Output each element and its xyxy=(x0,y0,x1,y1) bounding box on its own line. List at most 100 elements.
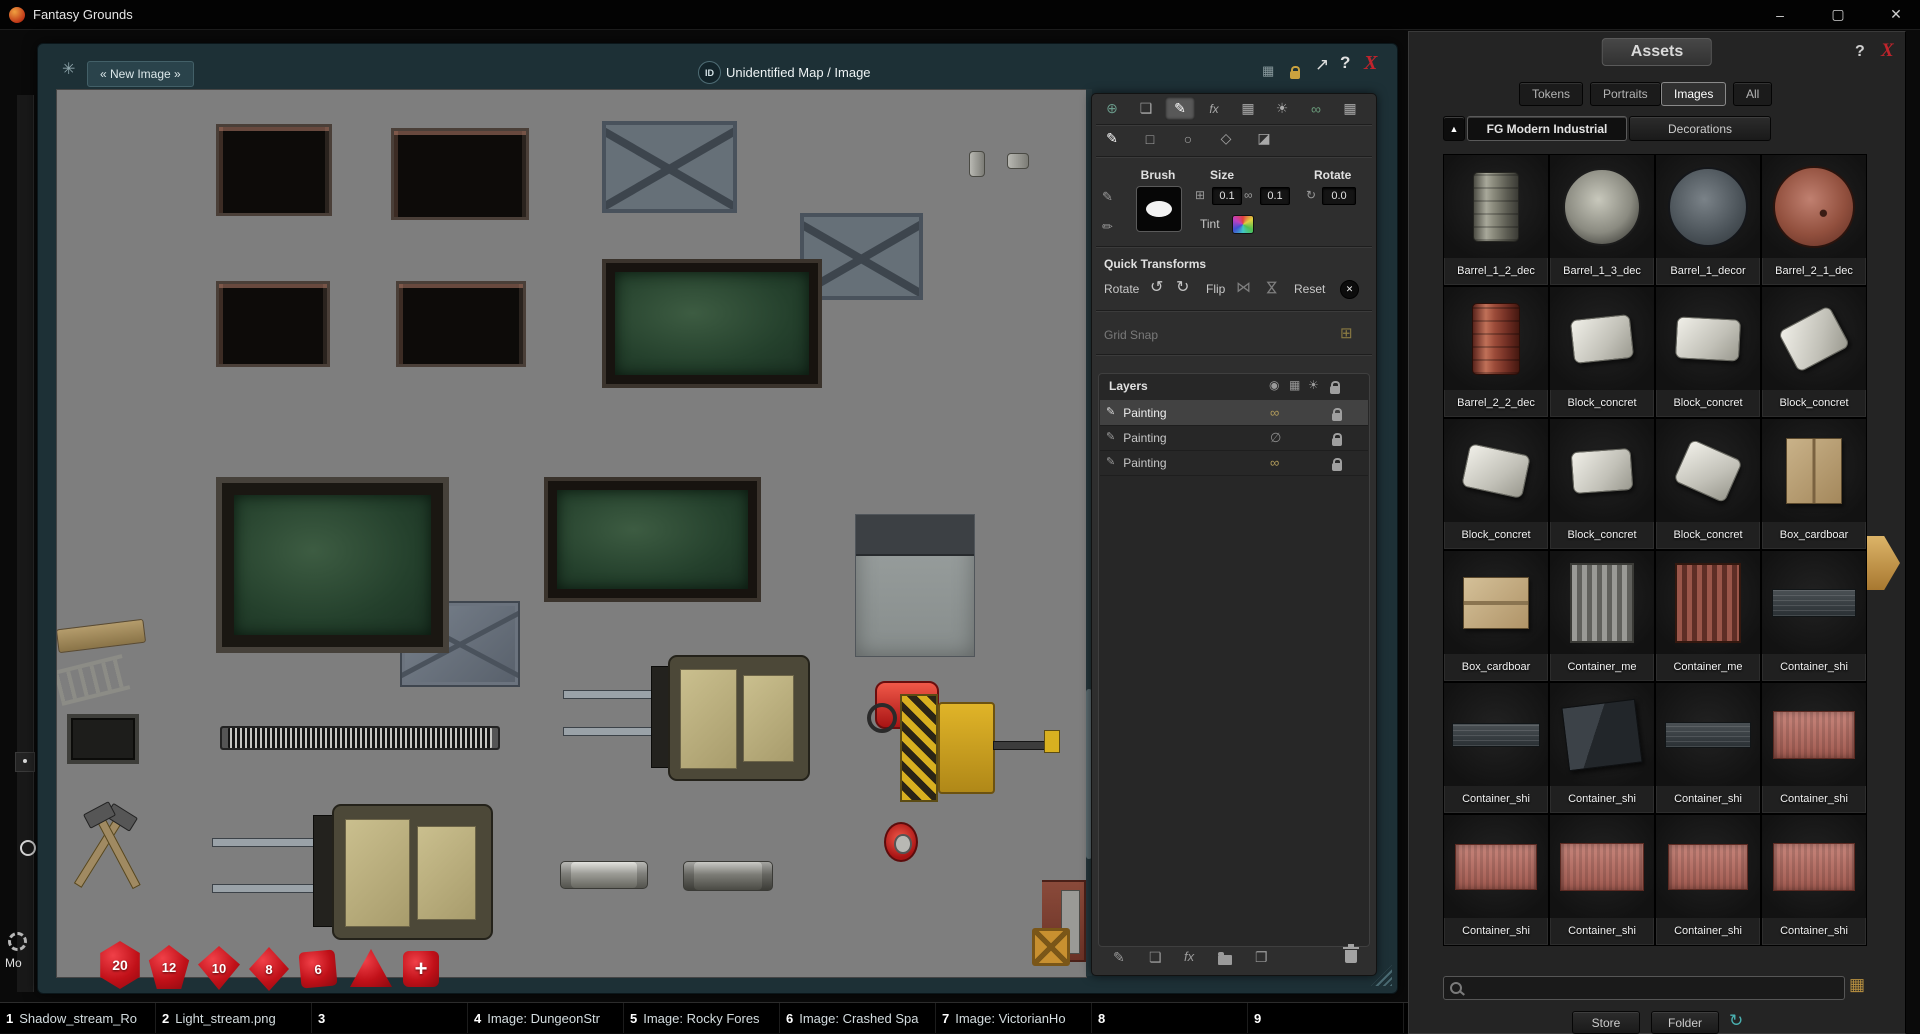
asset-item[interactable]: Barrel_2_2_dec xyxy=(1443,286,1549,418)
sprite-sledgehammers[interactable] xyxy=(66,802,154,898)
panel-expand-tab[interactable] xyxy=(1867,536,1900,590)
size-y-input[interactable] xyxy=(1260,187,1290,205)
hotkey-slot-9[interactable]: 9 xyxy=(1248,1003,1404,1033)
refresh-icon[interactable]: ↻ xyxy=(1729,1012,1743,1029)
sprite-dumpster[interactable] xyxy=(216,281,330,367)
sprite-large-dumpster[interactable] xyxy=(216,477,449,653)
modifier-tray-label[interactable]: Mo xyxy=(5,956,22,970)
sprite-dumpster[interactable] xyxy=(396,281,526,367)
asset-item[interactable]: Container_me xyxy=(1549,550,1655,682)
globe-tool-icon[interactable]: ⊕ xyxy=(1097,97,1127,120)
layers-tool-icon[interactable]: ❏ xyxy=(1131,97,1161,120)
sprite-floor-grate[interactable] xyxy=(220,726,500,750)
sprite-green-container[interactable] xyxy=(544,477,761,602)
asset-item[interactable]: Container_shi xyxy=(1549,814,1655,946)
layers-grid-icon[interactable]: ▦ xyxy=(1289,379,1300,391)
window-close-icon[interactable]: X xyxy=(1364,52,1377,75)
sprite-pallet-stacker[interactable] xyxy=(900,688,1060,804)
asset-item[interactable]: Container_shi xyxy=(1443,682,1549,814)
asset-item[interactable]: Container_shi xyxy=(1655,814,1761,946)
minimize-button[interactable]: – xyxy=(1770,7,1790,23)
add-folder-icon[interactable] xyxy=(1218,952,1232,970)
sprite-pipe-fitting[interactable] xyxy=(969,151,985,177)
asset-item[interactable]: Barrel_1_2_dec xyxy=(1443,154,1549,286)
asset-item[interactable]: Box_cardboar xyxy=(1443,550,1549,682)
tab-images[interactable]: Images xyxy=(1661,82,1726,106)
hotkey-slot-4[interactable]: 4Image: DungeonStr xyxy=(468,1003,624,1033)
fx-tool-icon[interactable]: fx xyxy=(1199,97,1229,120)
sprite-plank[interactable] xyxy=(56,619,146,654)
eraser-tool-icon[interactable]: ◪ xyxy=(1249,127,1279,150)
radial-menu-icon[interactable] xyxy=(20,840,36,856)
layer-row[interactable]: ✎ Painting ∅ xyxy=(1100,425,1368,451)
rotate-cw-icon[interactable]: ↻ xyxy=(1176,280,1189,296)
asset-item[interactable]: Barrel_1_3_dec xyxy=(1549,154,1655,286)
asset-item[interactable]: Block_concret xyxy=(1549,418,1655,550)
brush-mode-icon[interactable]: ✎ xyxy=(1102,190,1113,203)
asset-item[interactable]: Barrel_2_1_dec xyxy=(1761,154,1867,286)
asset-item[interactable]: Container_shi xyxy=(1655,682,1761,814)
duplicate-layer-icon[interactable]: ❐ xyxy=(1255,950,1268,964)
sprite-pipe[interactable] xyxy=(683,861,773,891)
tab-new-image[interactable]: « New Image » xyxy=(87,61,194,87)
asset-item[interactable]: Block_concret xyxy=(1655,286,1761,418)
hidden-stamp-icon[interactable] xyxy=(1032,928,1070,966)
delete-layer-icon[interactable] xyxy=(1345,950,1357,968)
tint-color-swatch[interactable] xyxy=(1232,215,1254,234)
sprite-fire-extinguisher-top[interactable] xyxy=(884,822,918,862)
layer-link-icon[interactable]: ∞ xyxy=(1270,406,1279,419)
layer-row[interactable]: ✎ Painting ∞ xyxy=(1100,450,1368,476)
add-die-button[interactable]: + xyxy=(403,951,439,987)
add-group-icon[interactable]: ❏ xyxy=(1149,950,1162,964)
assets-close-icon[interactable]: X xyxy=(1881,40,1894,62)
grid-snap-icon[interactable]: ⊞ xyxy=(1340,326,1353,341)
lock-icon[interactable] xyxy=(1290,66,1300,84)
sprite-concrete-pad[interactable] xyxy=(855,514,975,657)
layer-link-icon[interactable]: ∞ xyxy=(1270,456,1279,469)
light-tool-icon[interactable]: ☀ xyxy=(1267,97,1297,120)
sprite-small-crate[interactable] xyxy=(67,714,139,764)
draw-rectangle-icon[interactable]: □ xyxy=(1135,127,1165,150)
tab-tokens[interactable]: Tokens xyxy=(1519,82,1583,106)
tab-all[interactable]: All xyxy=(1733,82,1772,106)
asset-item[interactable]: Barrel_1_decor xyxy=(1655,154,1761,286)
hotkey-slot-7[interactable]: 7Image: VictorianHo xyxy=(936,1003,1092,1033)
sprite-forklift[interactable] xyxy=(563,650,808,782)
sprite-metal-crate[interactable] xyxy=(602,121,737,213)
add-fx-layer-icon[interactable]: fx xyxy=(1184,950,1194,963)
popout-icon[interactable]: ↗ xyxy=(1315,56,1329,73)
hotkey-slot-5[interactable]: 5Image: Rocky Fores xyxy=(624,1003,780,1033)
layer-lock-icon[interactable] xyxy=(1332,408,1342,426)
flip-horizontal-icon[interactable]: ⋈ xyxy=(1236,280,1251,295)
asset-item[interactable]: Block_concret xyxy=(1655,418,1761,550)
hotkey-slot-1[interactable]: 1Shadow_stream_Ro xyxy=(0,1003,156,1033)
asset-search-input[interactable] xyxy=(1468,980,1838,996)
size-link-icon[interactable]: ∞ xyxy=(1244,189,1253,201)
brush-preview[interactable] xyxy=(1136,186,1182,232)
rotate-input[interactable] xyxy=(1322,187,1356,205)
compass-icon[interactable]: ✳ xyxy=(62,62,75,78)
sprite-green-container[interactable] xyxy=(602,259,822,388)
sprite-dumpster[interactable] xyxy=(216,124,332,216)
help-icon[interactable]: ? xyxy=(1340,54,1350,71)
layer-hidden-icon[interactable]: ∅ xyxy=(1270,431,1281,444)
draw-ellipse-icon[interactable]: ○ xyxy=(1173,127,1203,150)
module-breadcrumb-button[interactable]: FG Modern Industrial xyxy=(1467,116,1627,141)
asset-item[interactable]: Container_shi xyxy=(1443,814,1549,946)
grid-settings-icon[interactable]: ▦ xyxy=(1335,97,1365,120)
hotkey-slot-8[interactable]: 8 xyxy=(1092,1003,1248,1033)
layer-lock-icon[interactable] xyxy=(1332,458,1342,476)
hotkey-slot-2[interactable]: 2Light_stream.png xyxy=(156,1003,312,1033)
add-layer-icon[interactable]: ✎ xyxy=(1113,950,1125,964)
settings-gear-icon[interactable] xyxy=(8,932,27,956)
collapsed-panel-button[interactable] xyxy=(15,752,35,772)
decorations-folder-button[interactable]: Decorations xyxy=(1629,116,1771,141)
layers-light-icon[interactable]: ☀ xyxy=(1308,379,1319,391)
stamp-tool-icon[interactable]: ◇ xyxy=(1211,127,1241,150)
store-button[interactable]: Store xyxy=(1572,1011,1640,1034)
chat-grid-icon[interactable]: ▦ xyxy=(1262,64,1274,77)
grid-tool-icon[interactable]: ▦ xyxy=(1233,97,1263,120)
layer-row[interactable]: ✎ Painting ∞ xyxy=(1100,400,1368,426)
sprite-pipe-fitting[interactable] xyxy=(1007,153,1029,169)
size-x-input[interactable] xyxy=(1212,187,1242,205)
